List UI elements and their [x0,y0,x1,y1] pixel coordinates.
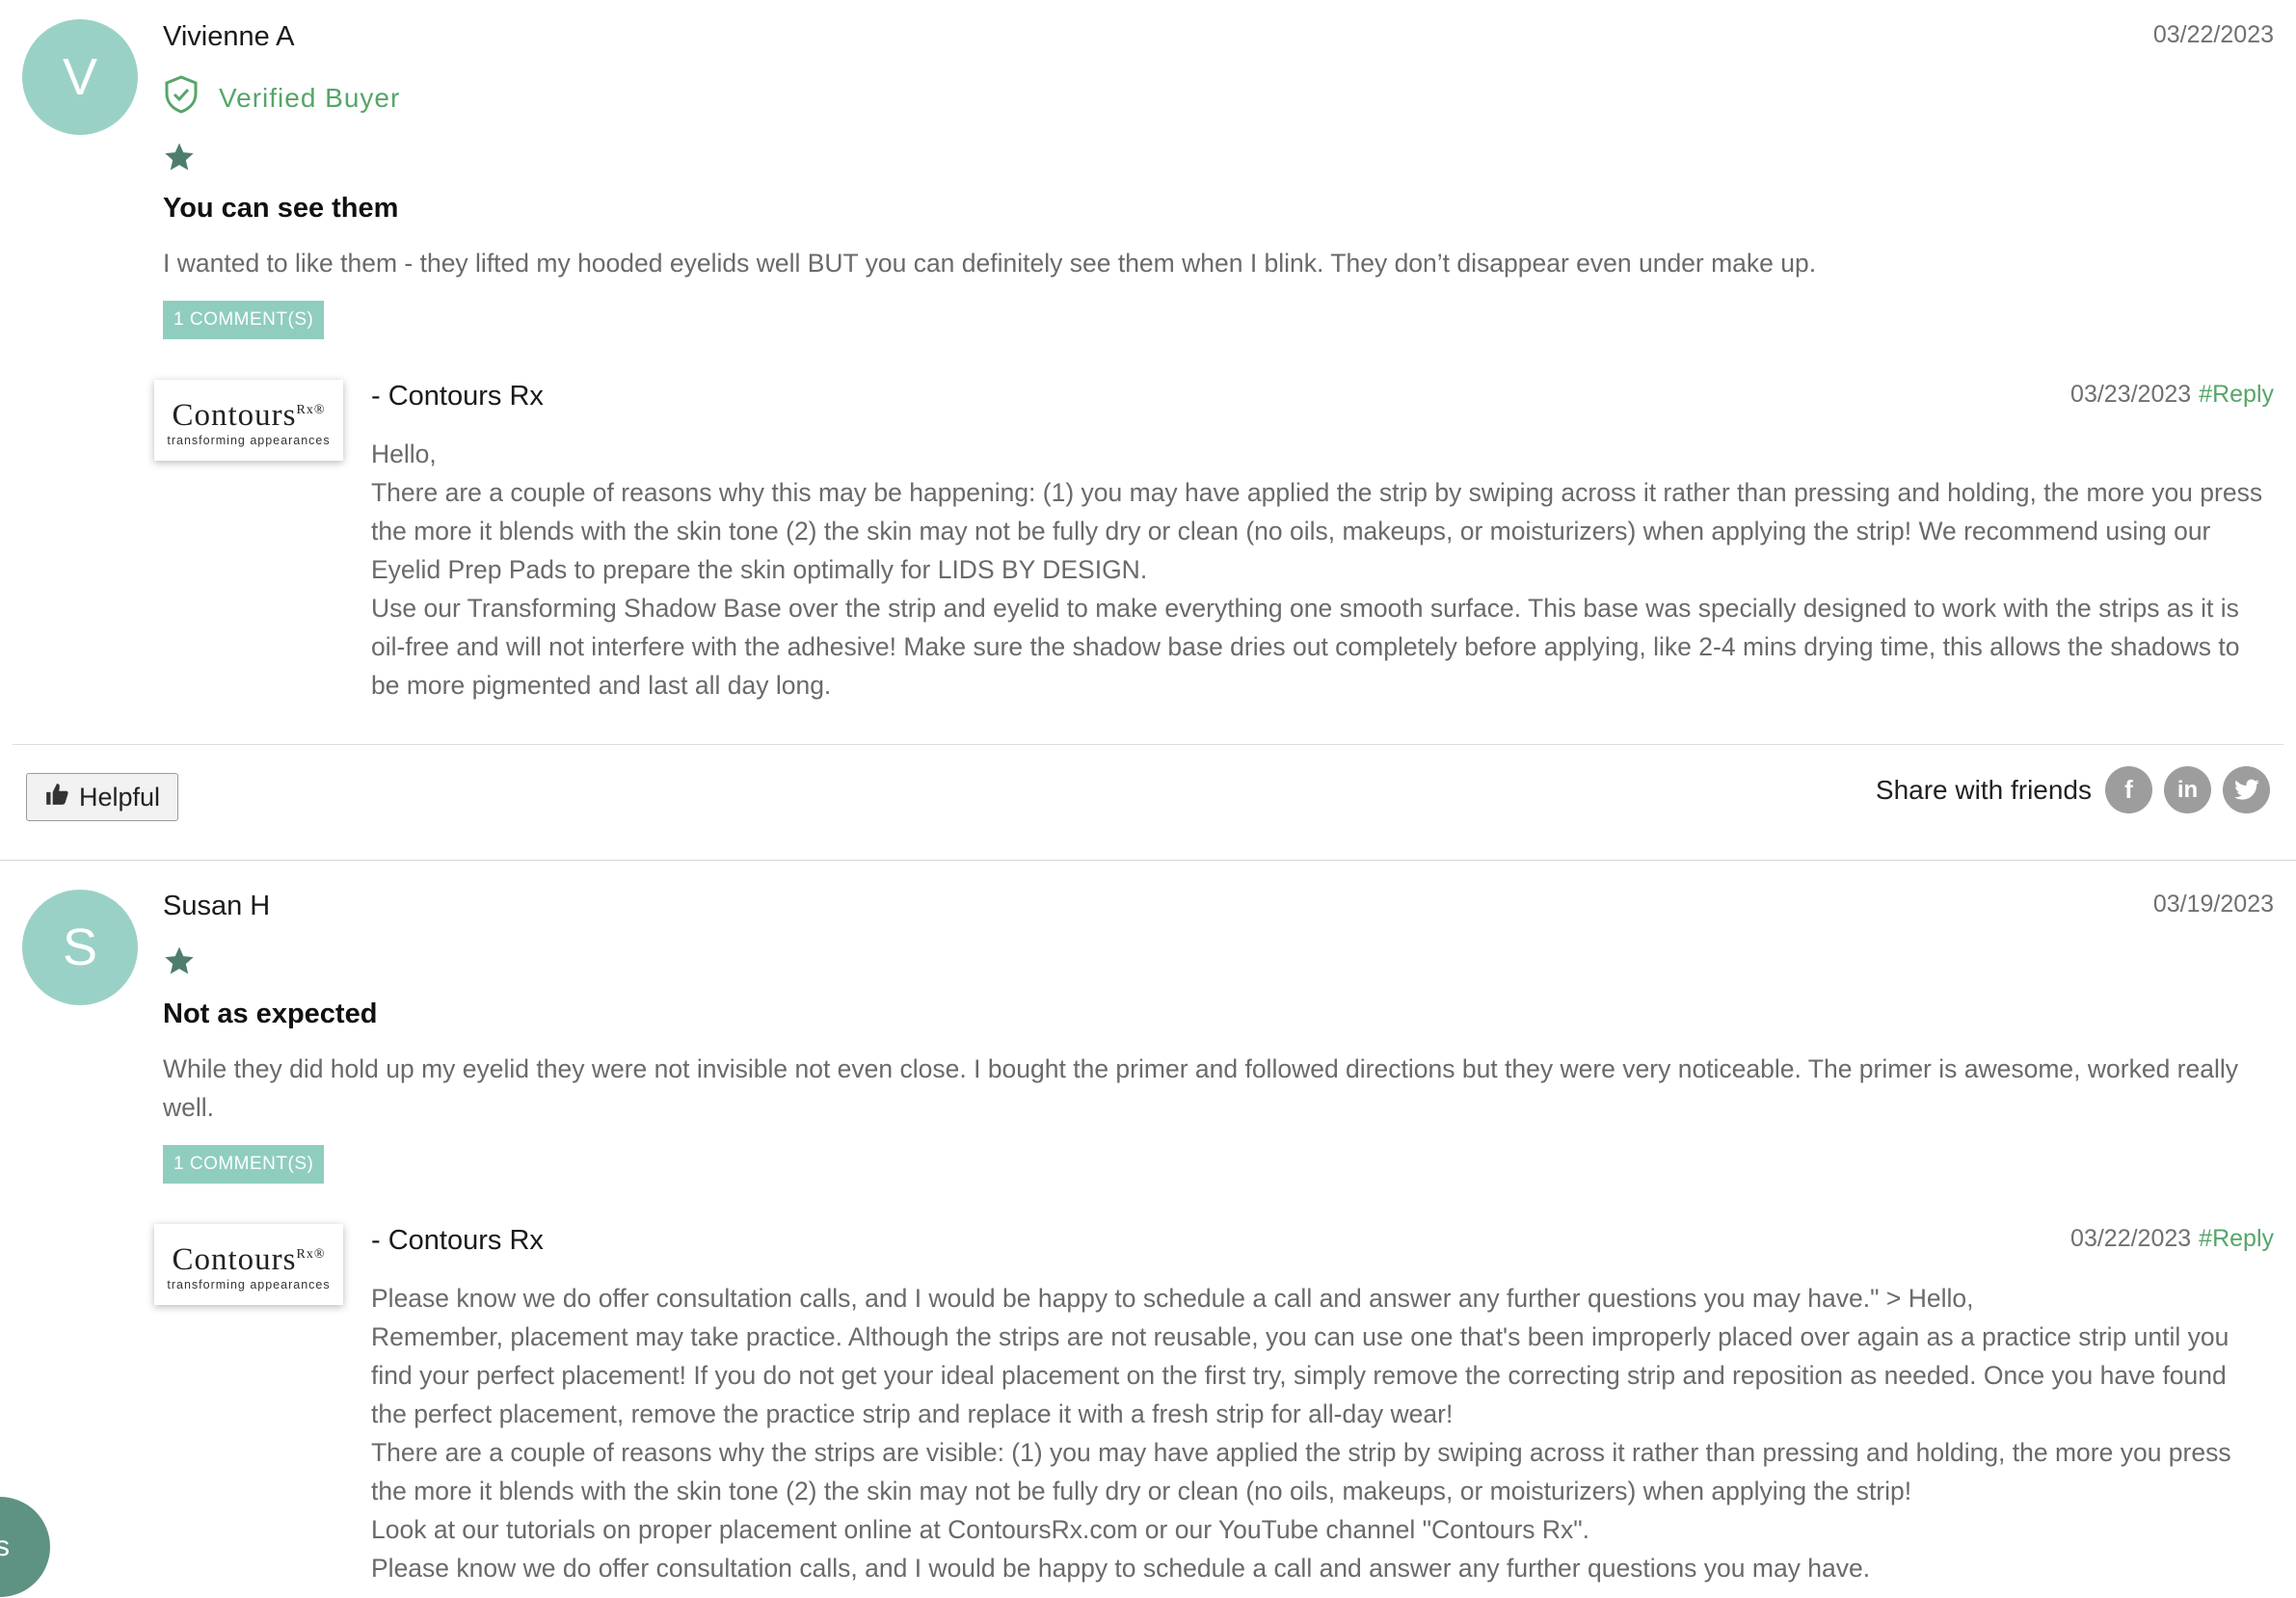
review-date: 03/22/2023 [2152,21,2274,48]
share-label: Share with friends [1875,774,2092,805]
reply-paragraph: There are a couple of reasons why this m… [371,478,2263,584]
logo-tagline: transforming appearances [167,1277,331,1292]
logo-word: Contours [172,397,297,433]
logo-word: Contours [172,1241,297,1277]
review-card: V Vivienne A 03/22/2023 Verified Buyer Y… [0,0,2296,861]
reply-author: - Contours Rx [371,381,544,412]
avatar: S [22,890,138,1005]
helpful-button[interactable]: Helpful [26,773,178,821]
review-date: 03/19/2023 [2152,891,2274,918]
brand-logo: ContoursRx® transforming appearances [154,380,343,461]
thumbs-up-icon [44,782,69,813]
avatar-letter: S [62,919,98,976]
reply-paragraph: Hello, [371,439,437,468]
divider [13,744,2283,745]
reply-paragraph: Please know we do offer consultation cal… [371,1554,1871,1583]
logo-sup: Rx® [296,1246,326,1262]
reply-author: - Contours Rx [371,1225,544,1256]
star-icon [165,946,194,974]
reply-paragraph: Use our Transforming Shadow Base over th… [371,594,2240,700]
share-row: Share with friends f in [1876,766,2270,813]
logo-wordmark: ContoursRx® [173,394,326,432]
review-title: You can see them [163,193,399,224]
reply-date: 03/22/2023 [2070,1225,2192,1252]
reply-paragraph: Please know we do offer consultation cal… [371,1284,1974,1313]
review-title: Not as expected [163,999,378,1029]
review-card: S Susan H 03/19/2023 Not as expected Whi… [0,861,2296,1598]
reply-paragraph: Remember, placement may take practice. A… [371,1322,2229,1428]
logo-tagline: transforming appearances [167,433,331,447]
review-author: Susan H [163,891,271,921]
avatar: V [22,19,138,135]
reply-link[interactable]: #Reply [2199,381,2274,408]
star-icon [165,143,194,171]
reply-date: 03/23/2023 [2070,381,2192,408]
reply-paragraph: There are a couple of reasons why the st… [371,1438,2231,1505]
facebook-icon[interactable]: f [2105,766,2152,813]
shield-check-icon [163,74,200,121]
brand-logo: ContoursRx® transforming appearances [154,1224,343,1305]
chat-widget-label: s [0,1531,10,1562]
logo-sup: Rx® [296,402,326,417]
review-body: While they did hold up my eyelid they we… [163,1054,2238,1122]
helpful-label: Helpful [78,782,161,812]
logo-wordmark: ContoursRx® [173,1238,326,1276]
verified-buyer-badge: Verified Buyer [163,74,400,121]
verified-label: Verified Buyer [219,82,401,113]
twitter-icon[interactable] [2223,766,2270,813]
avatar-letter: V [62,48,98,106]
comments-count-badge[interactable]: 1 COMMENT(S) [163,301,325,339]
reply-body: Hello, There are a couple of reasons why… [371,435,2267,705]
comments-count-badge[interactable]: 1 COMMENT(S) [163,1145,325,1184]
review-author: Vivienne A [163,21,295,52]
review-body: I wanted to like them - they lifted my h… [163,249,1817,278]
reply-paragraph: Look at our tutorials on proper placemen… [371,1515,1590,1544]
star-rating [163,945,196,977]
star-rating [163,141,196,173]
linkedin-icon[interactable]: in [2164,766,2211,813]
reply-meta: 03/23/2023 #Reply [2070,381,2274,409]
reply-body: Please know we do offer consultation cal… [371,1279,2267,1587]
reply-meta: 03/22/2023 #Reply [2070,1225,2274,1253]
reply-link[interactable]: #Reply [2199,1225,2274,1252]
